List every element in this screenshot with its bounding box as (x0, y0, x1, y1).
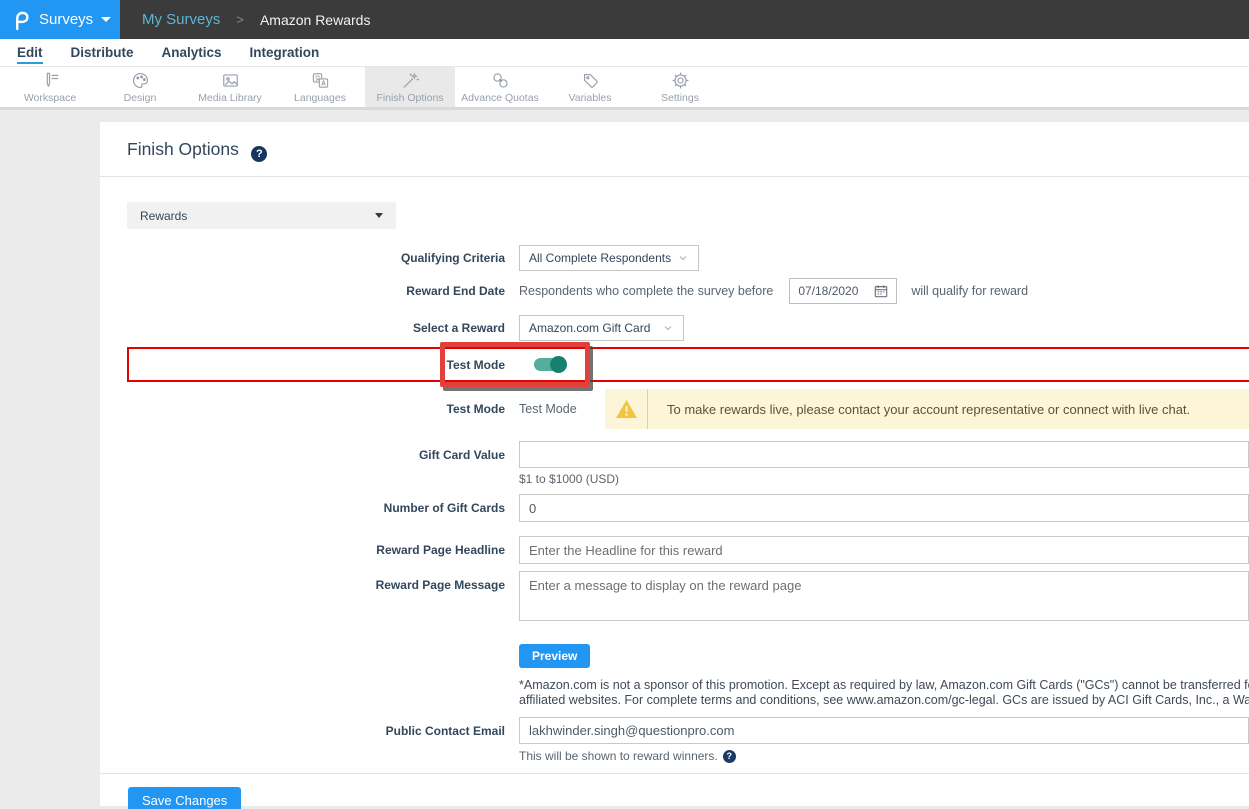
gift-card-value-helper: $1 to $1000 (USD) (519, 472, 1249, 486)
help-icon[interactable] (251, 146, 267, 162)
preview-row: Preview *Amazon.com is not a sponsor of … (127, 635, 1249, 708)
edit-toolbar: Workspace Media Library Design Media Lib… (0, 67, 1249, 110)
breadcrumb-separator: > (236, 12, 244, 27)
public-contact-email-row: Public Contact Email This will be shown … (127, 717, 1249, 763)
toggle-knob (550, 356, 567, 373)
rewards-section-dropdown[interactable]: Rewards (127, 202, 396, 229)
reward-page-message-textarea[interactable] (519, 571, 1249, 621)
save-changes-button[interactable]: Save Changes (128, 787, 241, 809)
number-of-gift-cards-input[interactable] (519, 494, 1249, 522)
reward-page-message-label: Reward Page Message (127, 571, 519, 592)
gear-icon (670, 71, 691, 90)
rewards-form: Qualifying Criteria All Complete Respond… (127, 245, 1249, 809)
warning-triangle-icon (615, 399, 638, 419)
section-divider (100, 176, 1249, 177)
qualifying-criteria-select[interactable]: All Complete Respondents (519, 245, 699, 271)
tab-edit[interactable]: Edit (8, 45, 57, 60)
reward-end-date-label: Reward End Date (127, 284, 519, 298)
warning-message: To make rewards live, please contact you… (648, 402, 1190, 417)
tab-integration[interactable]: Integration (236, 45, 334, 60)
select-reward-select[interactable]: Amazon.com Gift Card (519, 315, 684, 341)
reward-end-date-suffix: will qualify for reward (911, 284, 1028, 298)
toolbar-item-design[interactable]: Media Library Design (95, 67, 185, 107)
footer-divider (100, 773, 1249, 774)
gift-card-value-row: Gift Card Value $1 to $1000 (USD) (127, 441, 1249, 486)
reward-end-date-field[interactable] (789, 278, 897, 304)
top-header-bar: Surveys My Surveys > Amazon Rewards (0, 0, 1249, 39)
toolbar-item-languages[interactable]: Languages (275, 67, 365, 107)
toolbar-item-settings[interactable]: Settings (635, 67, 725, 107)
reward-page-message-row: Reward Page Message (127, 571, 1249, 626)
toolbar-item-variables[interactable]: Variables (545, 67, 635, 107)
reward-page-headline-label: Reward Page Headline (127, 543, 519, 557)
number-of-gift-cards-row: Number of Gift Cards (127, 494, 1249, 522)
help-icon[interactable] (723, 750, 736, 763)
breadcrumb-current-survey: Amazon Rewards (260, 12, 371, 28)
warning-banner: To make rewards live, please contact you… (605, 389, 1249, 429)
test-mode-status-label: Test Mode (127, 402, 519, 416)
chevron-down-icon (662, 322, 674, 334)
qualifying-criteria-label: Qualifying Criteria (127, 251, 519, 265)
chevron-down-icon (677, 252, 689, 264)
page-title: Finish Options (127, 139, 239, 159)
magic-wand-icon (400, 71, 421, 90)
breadcrumb: My Surveys > Amazon Rewards (120, 0, 1249, 39)
select-reward-label: Select a Reward (127, 321, 519, 335)
preview-button[interactable]: Preview (519, 644, 590, 668)
reward-page-headline-input[interactable] (519, 536, 1249, 564)
test-mode-toggle-label: Test Mode (127, 358, 519, 372)
surveys-app-menu[interactable]: Surveys (0, 0, 120, 39)
page-body: Finish Options Rewards Qualifying Criter… (0, 122, 1249, 809)
chain-links-icon (490, 71, 511, 90)
chevron-down-icon (101, 17, 111, 22)
questionpro-logo-icon (12, 8, 30, 32)
test-mode-status-row: Test Mode Test Mode To make rewards live… (127, 389, 1249, 429)
toolbar-item-media-library[interactable]: Media Library (185, 67, 275, 107)
gift-card-value-label: Gift Card Value (127, 441, 519, 462)
gift-card-value-input[interactable] (519, 441, 1249, 468)
translate-icon (310, 71, 331, 90)
toolbar-item-advance-quotas[interactable]: Advance Quotas (455, 67, 545, 107)
palette-icon (130, 71, 151, 90)
reward-end-date-input[interactable] (798, 284, 868, 298)
toolbar-item-workspace[interactable]: Workspace (5, 67, 95, 107)
finish-options-panel: Finish Options Rewards Qualifying Criter… (100, 122, 1249, 806)
amazon-disclaimer: *Amazon.com is not a sponsor of this pro… (519, 678, 1249, 708)
public-contact-email-input[interactable] (519, 717, 1249, 744)
workspace-icon (40, 71, 61, 90)
tag-icon (580, 71, 601, 90)
rewards-section-label: Rewards (140, 209, 187, 223)
select-reward-row: Select a Reward Amazon.com Gift Card (127, 315, 1249, 341)
reward-end-date-row: Reward End Date Respondents who complete… (127, 278, 1249, 304)
disclaimer-line-2: affiliated websites. For complete terms … (519, 693, 1249, 708)
test-mode-status-value: Test Mode (519, 402, 605, 416)
disclaimer-line-1: *Amazon.com is not a sponsor of this pro… (519, 678, 1249, 693)
reward-end-date-prefix: Respondents who complete the survey befo… (519, 284, 773, 298)
public-contact-email-helper: This will be shown to reward winners. (519, 749, 718, 763)
toolbar-item-finish-options[interactable]: Finish Options (365, 67, 455, 107)
app-menu-label: Surveys (39, 11, 93, 28)
test-mode-toggle-switch[interactable] (534, 358, 564, 371)
public-contact-email-label: Public Contact Email (127, 717, 519, 738)
calendar-icon[interactable] (874, 284, 888, 298)
tab-distribute[interactable]: Distribute (57, 45, 148, 60)
number-of-gift-cards-label: Number of Gift Cards (127, 501, 519, 515)
qualifying-criteria-row: Qualifying Criteria All Complete Respond… (127, 245, 1249, 271)
image-icon (220, 71, 241, 90)
breadcrumb-my-surveys[interactable]: My Surveys (142, 11, 220, 28)
survey-nav-tabs: Edit Distribute Analytics Integration (0, 39, 1249, 67)
chevron-down-icon (375, 213, 383, 218)
test-mode-toggle-row: Test Mode (127, 347, 1249, 382)
reward-page-headline-row: Reward Page Headline (127, 536, 1249, 564)
tab-analytics[interactable]: Analytics (148, 45, 236, 60)
